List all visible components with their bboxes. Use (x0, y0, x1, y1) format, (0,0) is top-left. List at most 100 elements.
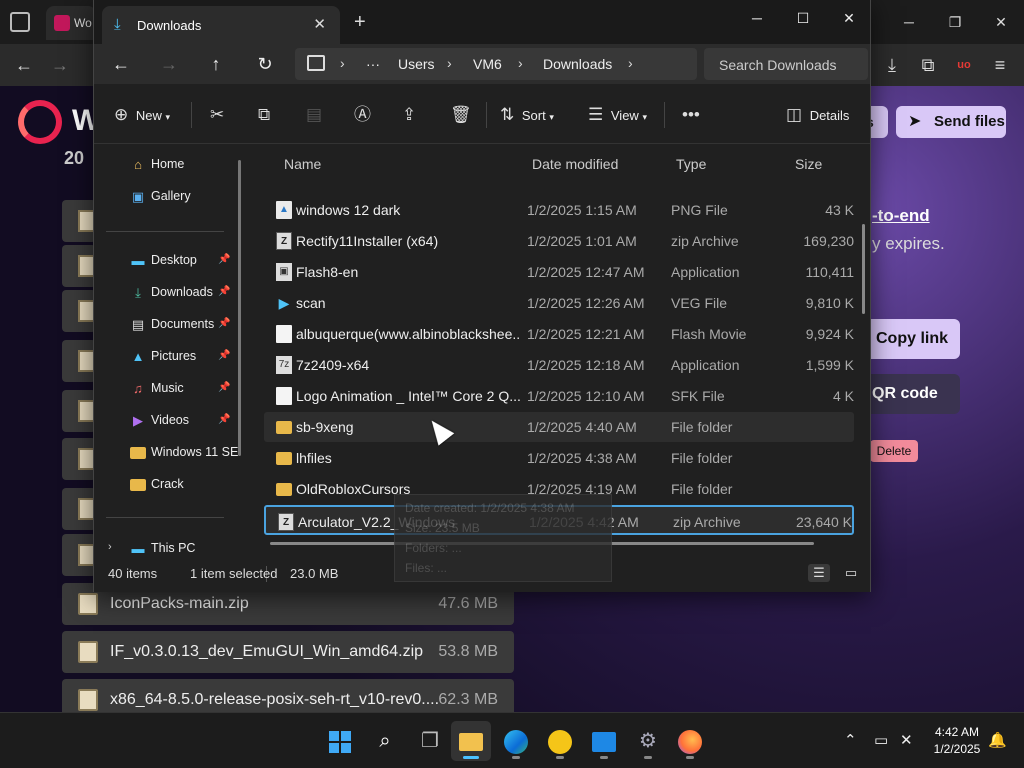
tab-actions-icon[interactable] (10, 12, 30, 32)
nav-item-pictures[interactable]: ▲ Pictures 📌 (94, 343, 242, 371)
rename-button[interactable]: Ⓐ (354, 104, 371, 126)
maximize-button[interactable]: ☐ (780, 4, 826, 32)
column-header-name[interactable]: Name (284, 156, 321, 172)
overflow-icon[interactable]: ··· (366, 56, 380, 72)
nav-item-music[interactable]: ♫ Music 📌 (94, 375, 242, 403)
table-row[interactable]: Logo Animation _ Intel™ Core 2 Q... 1/2/… (264, 381, 854, 411)
app-taskbar-button[interactable] (540, 721, 580, 761)
file-explorer-taskbar-button[interactable] (451, 721, 491, 761)
pin-icon[interactable]: 📌 (218, 254, 230, 265)
breadcrumb-users[interactable]: Users (398, 56, 435, 72)
close-tab-icon[interactable]: ✕ (313, 15, 326, 33)
forward-icon[interactable]: → (155, 52, 183, 76)
file-card-partial[interactable] (62, 438, 96, 480)
view-button[interactable]: ☰ View ▾ (588, 104, 647, 126)
start-button[interactable] (320, 721, 360, 761)
back-icon[interactable]: ← (107, 52, 135, 76)
network-icon[interactable]: ▭ (874, 731, 888, 749)
copy-button[interactable]: ⧉ (258, 104, 270, 126)
nav-item-crack[interactable]: Crack (94, 471, 242, 499)
file-card-partial[interactable] (62, 488, 96, 530)
column-header-type[interactable]: Type (676, 156, 706, 172)
nav-item-videos[interactable]: ▶ Videos 📌 (94, 407, 242, 435)
send-files-button[interactable]: ➤ Send files (896, 106, 1006, 138)
file-card-partial[interactable] (62, 534, 96, 576)
close-button[interactable]: ✕ (826, 4, 872, 32)
expand-chevron-icon[interactable]: › (108, 541, 112, 553)
browser-back-icon[interactable]: ← (12, 53, 36, 77)
file-card-partial[interactable] (62, 200, 96, 242)
task-view-button[interactable]: ❐ (410, 721, 450, 761)
cut-button[interactable]: ✂ (210, 104, 224, 126)
copy-link-button[interactable]: Copy link (862, 319, 960, 359)
breadcrumb-vm6[interactable]: VM6 (473, 56, 502, 72)
file-card[interactable]: x86_64-8.5.0-release-posix-seh-rt_v10-re… (62, 679, 514, 712)
nav-pane-scrollbar[interactable] (238, 160, 241, 456)
file-card-partial[interactable] (62, 290, 96, 332)
column-header-date[interactable]: Date modified (532, 156, 618, 172)
column-header-size[interactable]: Size (795, 156, 822, 172)
table-row[interactable]: ▣ Flash8-en 1/2/2025 12:47 AM Applicatio… (264, 257, 854, 287)
details-view-icon[interactable]: ☰ (808, 564, 830, 582)
browser-tab[interactable]: Wo (46, 6, 96, 40)
nav-item-home[interactable]: ⌂ Home (94, 151, 242, 179)
table-row[interactable]: ▶ scan 1/2/2025 12:26 AM VEG File 9,810 … (264, 288, 854, 318)
file-card-partial[interactable] (62, 340, 96, 382)
show-hidden-icons-icon[interactable]: ⌃ (844, 731, 857, 749)
browser-close-button[interactable]: ✕ (986, 10, 1016, 34)
nav-item-windows-11-se[interactable]: Windows 11 SE (94, 439, 242, 467)
pin-icon[interactable]: 📌 (218, 350, 230, 361)
explorer-tab[interactable]: ⤓ Downloads ✕ (102, 6, 340, 44)
end-to-end-link[interactable]: -to-end (872, 206, 930, 226)
delete-button[interactable]: Delete (870, 440, 918, 462)
pin-icon[interactable]: 📌 (218, 382, 230, 393)
qr-code-button[interactable]: QR code (862, 374, 960, 414)
volume-muted-icon[interactable]: ✕ (900, 731, 913, 749)
browser-extensions-icon[interactable]: ⧉ (916, 53, 940, 77)
chevron-right-icon[interactable]: › (518, 55, 523, 71)
store-taskbar-button[interactable] (584, 721, 624, 761)
settings-taskbar-button[interactable]: ⚙ (628, 721, 668, 761)
browser-forward-icon[interactable]: → (48, 53, 72, 77)
more-options-button[interactable]: ••• (682, 104, 700, 126)
details-button[interactable]: ◫ Details (786, 104, 849, 126)
breadcrumb-downloads[interactable]: Downloads (543, 56, 612, 72)
browser-restore-button[interactable]: ❐ (940, 10, 970, 34)
file-list-scrollbar[interactable] (862, 224, 865, 314)
nav-item-this-pc[interactable]: › ▬ This PC (94, 535, 242, 555)
file-card-partial[interactable] (62, 390, 96, 432)
refresh-icon[interactable]: ↻ (251, 52, 279, 76)
table-row[interactable]: ▲ windows 12 dark 1/2/2025 1:15 AM PNG F… (264, 195, 854, 225)
search-button[interactable]: ⌕ (365, 721, 405, 761)
chevron-right-icon[interactable]: › (628, 55, 633, 71)
nav-item-downloads[interactable]: ⤓ Downloads 📌 (94, 279, 242, 307)
nav-item-gallery[interactable]: ▣ Gallery (94, 183, 242, 211)
sort-button[interactable]: ⇅ Sort ▾ (500, 104, 554, 126)
browser-menu-icon[interactable]: ≡ (988, 53, 1012, 77)
nav-item-documents[interactable]: ▤ Documents 📌 (94, 311, 242, 339)
new-button[interactable]: ⊕ New ▾ (114, 104, 170, 126)
clock[interactable]: 4:42 AM 1/2/2025 (924, 724, 990, 758)
search-input[interactable]: Search Downloads (704, 48, 868, 80)
file-card-partial[interactable] (62, 245, 96, 287)
paste-button[interactable]: ▤ (306, 104, 322, 126)
notifications-icon[interactable]: 🔔 (988, 731, 1007, 749)
file-card[interactable]: IF_v0.3.0.13_dev_EmuGUI_Win_amd64.zip 53… (62, 631, 514, 673)
chevron-right-icon[interactable]: › (340, 55, 345, 71)
pin-icon[interactable]: 📌 (218, 414, 230, 425)
firefox-taskbar-button[interactable] (670, 721, 710, 761)
table-row[interactable]: Z Rectify11Installer (x64) 1/2/2025 1:01… (264, 226, 854, 256)
table-row[interactable]: sb-9xeng 1/2/2025 4:40 AM File folder (264, 412, 854, 442)
table-row[interactable]: 7z 7z2409-x64 1/2/2025 12:18 AM Applicat… (264, 350, 854, 380)
browser-download-icon[interactable]: ⤓ (880, 53, 904, 77)
table-row[interactable]: lhfiles 1/2/2025 4:38 AM File folder (264, 443, 854, 473)
ublock-icon[interactable]: uo (952, 53, 976, 77)
edge-taskbar-button[interactable] (496, 721, 536, 761)
chevron-right-icon[interactable]: › (447, 55, 452, 71)
new-tab-icon[interactable]: + (354, 12, 366, 32)
tiles-view-icon[interactable]: ▭ (840, 564, 862, 582)
delete-button[interactable]: 🗑 (450, 104, 472, 126)
nav-item-desktop[interactable]: ▬ Desktop 📌 (94, 247, 242, 275)
share-button[interactable]: ⇪ (402, 104, 416, 126)
pin-icon[interactable]: 📌 (218, 286, 230, 297)
